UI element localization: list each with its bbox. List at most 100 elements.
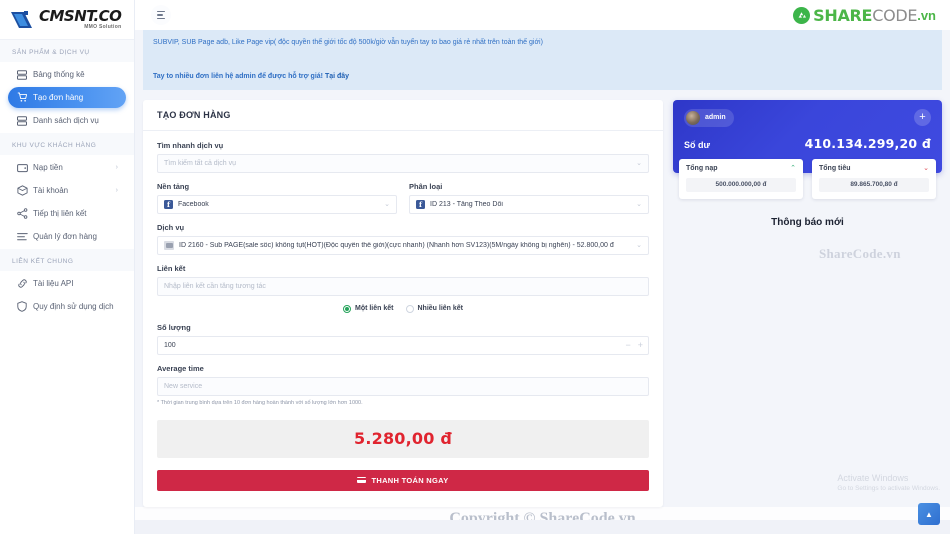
total-price-box: 5.280,00 đ	[157, 419, 649, 458]
sidebar-item-label: Danh sách dịch vụ	[33, 116, 99, 125]
stat-header: Tổng tiêu ⌄	[819, 165, 929, 172]
credit-card-icon	[357, 476, 367, 484]
cart-icon	[16, 92, 28, 104]
total-price-value: 5.280,00 đ	[354, 429, 452, 448]
chevron-down-icon: ⌄	[384, 200, 390, 208]
quick-search-placeholder: Tìm kiếm tất cả dịch vụ	[164, 159, 236, 167]
scroll-to-top-button[interactable]: ▲	[918, 503, 940, 525]
content-columns: TẠO ĐƠN HÀNG Tìm nhanh dịch vụ Tìm kiếm …	[135, 90, 950, 507]
link-placeholder: Nhập liên kết cần tăng tương tác	[164, 282, 266, 290]
stat-total-deposit[interactable]: Tổng nạp ⌃ 500.000.000,00 đ	[679, 158, 803, 199]
shield-icon	[16, 301, 28, 313]
card-body: Tìm nhanh dịch vụ Tìm kiếm tất cả dịch v…	[143, 131, 663, 507]
username-label: admin	[705, 114, 726, 121]
create-order-card: TẠO ĐƠN HÀNG Tìm nhanh dịch vụ Tìm kiếm …	[143, 99, 663, 507]
sidebar-item-danh-sach-dich-vu[interactable]: Danh sách dịch vụ	[8, 110, 126, 131]
chevron-up-icon: ▲	[925, 509, 933, 519]
field-quick-search: Tìm nhanh dịch vụ Tìm kiếm tất cả dịch v…	[157, 141, 649, 173]
list-icon	[16, 231, 28, 243]
link-icon	[16, 278, 28, 290]
chevron-down-icon: ⌄	[636, 200, 642, 208]
radio-single-link[interactable]: Một liên kết	[342, 304, 394, 313]
card-title: TẠO ĐƠN HÀNG	[143, 100, 663, 131]
arrow-up-icon: ⌃	[790, 164, 796, 172]
sharecode-share-text: SHARE	[813, 5, 873, 25]
announcement-banner: SUBVIP, SUB Page adb, Like Page vip( độc…	[143, 30, 942, 90]
minus-icon[interactable]: −	[625, 340, 630, 350]
sharecode-code-text: CODE	[872, 5, 918, 25]
quick-search-label: Tìm nhanh dịch vụ	[157, 140, 224, 150]
app-root: CMSNT.CO MMO Solution SẢN PHẨM & DỊCH VỤ…	[0, 0, 950, 534]
sidebar-item-quan-ly-don-hang[interactable]: Quản lý đơn hàng	[8, 226, 126, 247]
stat-total-spent[interactable]: Tổng tiêu ⌄ 89.865.700,80 đ	[812, 158, 936, 199]
sidebar-item-tai-khoan[interactable]: Tài khoản ›	[8, 180, 126, 201]
banner-line-1: SUBVIP, SUB Page adb, Like Page vip( độc…	[153, 39, 543, 46]
platform-value: Facebook	[178, 200, 209, 208]
sidebar-item-label: Nạp tiền	[33, 163, 63, 172]
field-link: Liên kết Nhập liên kết cần tăng tương tá…	[157, 264, 649, 296]
right-panel: admin + Số dư 410.134.299,20 đ Tổng nạp …	[673, 99, 942, 228]
hamburger-icon[interactable]	[151, 5, 171, 25]
cmsnt-logo-icon	[10, 9, 36, 31]
sidebar-item-tao-don-hang[interactable]: Tạo đơn hàng	[8, 87, 126, 108]
balance-card-header: admin +	[684, 108, 931, 127]
service-select[interactable]: ID 2160 - Sub PAGE(sale sốc) không tụt(H…	[157, 235, 649, 255]
quick-search-input[interactable]: Tìm kiếm tất cả dịch vụ ⌄	[157, 153, 649, 173]
sidebar-item-label: Tiếp thị liên kết	[33, 209, 87, 218]
stat-value: 500.000.000,00 đ	[686, 177, 796, 192]
image-icon	[164, 240, 174, 250]
notifications-title: Thông báo mới	[771, 216, 844, 228]
sidebar-section-common: LIÊN KẾT CHUNG	[0, 249, 134, 271]
server-icon	[16, 69, 28, 81]
arrow-down-icon: ⌄	[923, 164, 929, 172]
server-icon	[16, 115, 28, 127]
sidebar-item-label: Tạo đơn hàng	[33, 93, 84, 102]
quantity-label: Số lượng	[157, 322, 191, 332]
plus-icon[interactable]: +	[638, 340, 643, 350]
service-label: Dịch vụ	[157, 222, 185, 232]
quantity-stepper[interactable]: 100 − +	[157, 335, 649, 355]
sidebar-item-label: Tài liệu API	[33, 279, 74, 288]
sidebar-item-label: Quy định sử dụng dịch	[33, 302, 114, 311]
top-bar: SHARE CODE .vn	[135, 0, 950, 30]
sidebar-section-customer: KHU VỰC KHÁCH HÀNG	[0, 133, 134, 155]
app-logo[interactable]: CMSNT.CO MMO Solution	[0, 0, 134, 40]
banner-line-2: Tay to nhiều đơn liên hệ admin để được h…	[153, 73, 932, 80]
sharecode-vn-text: .vn	[917, 7, 936, 23]
average-time-hint: * Thời gian trung bình dựa trên 10 đơn h…	[157, 399, 363, 406]
user-chip[interactable]: admin	[684, 108, 734, 127]
chevron-right-icon: ›	[115, 187, 118, 194]
link-input[interactable]: Nhập liên kết cần tăng tương tác	[157, 276, 649, 296]
platform-select[interactable]: f Facebook ⌄	[157, 194, 397, 214]
link-mode-radios: Một liên kết Nhiều liên kết	[157, 304, 649, 313]
category-select[interactable]: f ID 213 - Tăng Theo Dõi ⌄	[409, 194, 649, 214]
sidebar-section-products: SẢN PHẨM & DỊCH VỤ	[0, 40, 134, 62]
box-icon	[16, 185, 28, 197]
sidebar-item-bang-thong-ke[interactable]: Bảng thống kê	[8, 64, 126, 85]
banner-support-link[interactable]: Tại đây	[325, 73, 349, 80]
sidebar-item-nap-tien[interactable]: Nạp tiền ›	[8, 157, 126, 178]
add-funds-button[interactable]: +	[914, 109, 931, 126]
category-label: Phân loại	[409, 181, 443, 191]
pay-now-button[interactable]: THANH TOÁN NGAY	[157, 469, 649, 491]
quantity-value: 100	[164, 341, 176, 349]
facebook-icon: f	[164, 199, 173, 209]
sidebar-item-tiep-thi-lien-ket[interactable]: Tiếp thị liên kết	[8, 203, 126, 224]
sidebar-item-quy-dinh-su-dung[interactable]: Quy định sử dụng dịch	[8, 296, 126, 317]
radio-selected-icon	[342, 304, 351, 313]
sharecode-logo: SHARE CODE .vn	[793, 6, 942, 25]
radio-single-label: Một liên kết	[354, 305, 394, 312]
balance-stats-row: Tổng nạp ⌃ 500.000.000,00 đ Tổng tiêu ⌄ …	[679, 158, 936, 199]
banner-line-2-text: Tay to nhiều đơn liên hệ admin để được h…	[153, 72, 323, 80]
sidebar-item-tai-lieu-api[interactable]: Tài liệu API	[8, 273, 126, 294]
radio-multi-link[interactable]: Nhiều liên kết	[405, 304, 464, 313]
stat-title: Tổng tiêu	[819, 164, 851, 172]
average-time-label: Average time	[157, 363, 204, 373]
radio-multi-label: Nhiều liên kết	[417, 305, 464, 312]
average-time-input[interactable]: New service	[157, 376, 649, 396]
sidebar-item-label: Quản lý đơn hàng	[33, 232, 97, 241]
sidebar-item-label: Bảng thống kê	[33, 70, 85, 79]
average-time-placeholder: New service	[164, 382, 203, 390]
field-service: Dịch vụ ID 2160 - Sub PAGE(sale sốc) khô…	[157, 223, 649, 255]
chevron-right-icon: ›	[115, 164, 118, 171]
